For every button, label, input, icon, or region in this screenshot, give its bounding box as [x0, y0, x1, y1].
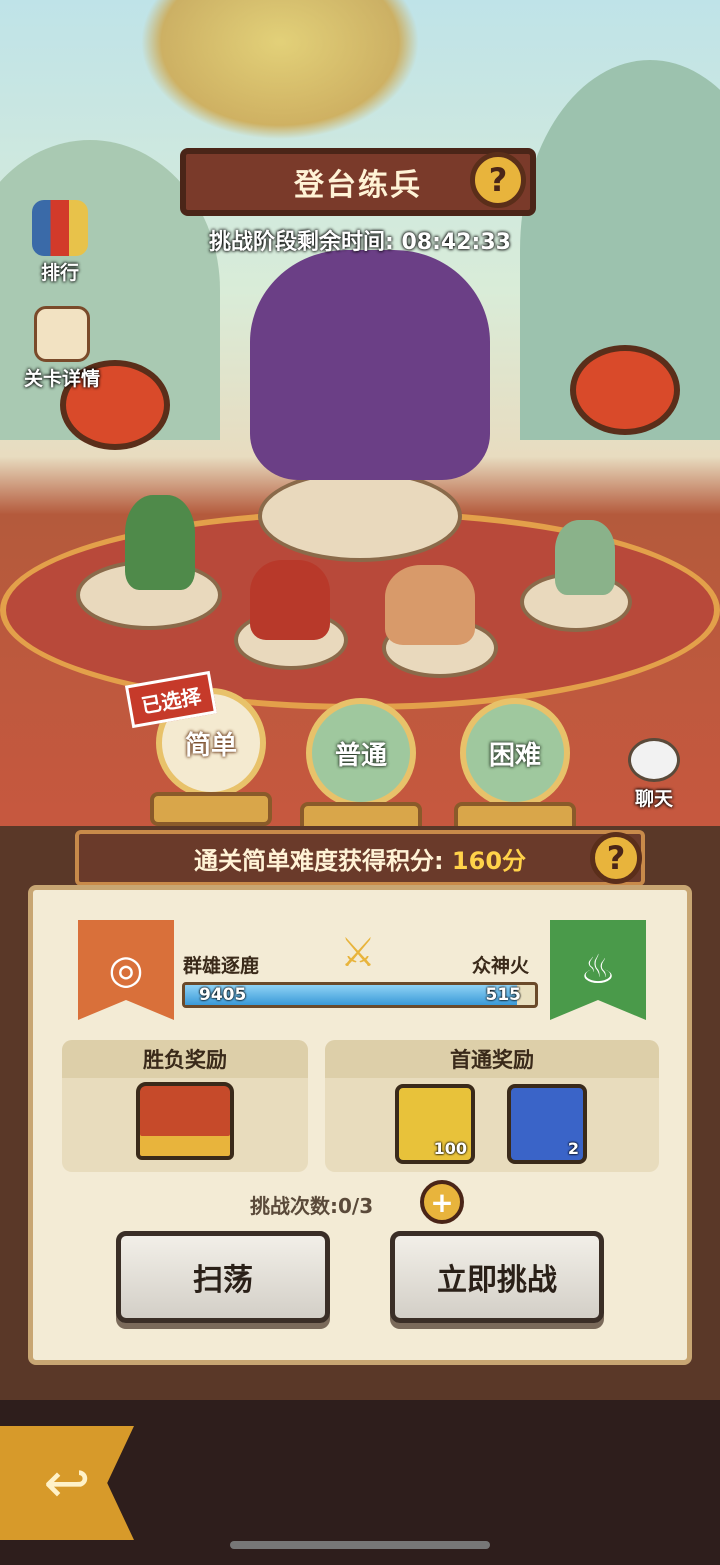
rank-button[interactable]: 排行 — [20, 200, 100, 285]
scroll-icon — [34, 306, 90, 362]
rank-icon — [32, 200, 88, 256]
first-reward-title: 首通奖励 — [325, 1040, 659, 1078]
dragon-coin-icon[interactable]: 100 — [395, 1084, 475, 1164]
stage-timer: 挑战阶段剩余时间: 08:42:33 — [209, 230, 511, 255]
team-left-score: 9405 — [199, 985, 247, 1005]
easy-base — [150, 792, 272, 826]
mystery-chest-icon[interactable]: 2 — [507, 1084, 587, 1164]
challenge-button[interactable]: 立即挑战 — [390, 1231, 604, 1323]
first-reward-box: 首通奖励 100 2 — [325, 1040, 659, 1172]
team-left-name: 群雄逐鹿 — [183, 955, 260, 977]
team-score-bar: 9405 515 — [182, 982, 538, 1008]
attempts-text: 挑战次数:0/3 — [250, 1194, 374, 1218]
difficulty-hard[interactable]: 困难 — [454, 698, 576, 836]
item-count: 100 — [433, 1139, 467, 1158]
sky-banner — [140, 0, 420, 140]
boss-figure — [250, 250, 490, 480]
hero-green — [555, 520, 615, 595]
hard-label: 困难 — [488, 740, 541, 771]
win-reward-title: 胜负奖励 — [62, 1040, 308, 1078]
item-count: 2 — [567, 1139, 579, 1158]
chat-button[interactable]: 聊天 — [614, 738, 694, 811]
score-header: 通关简单难度获得积分: 160分 — [75, 830, 645, 886]
hero-red — [250, 560, 330, 640]
easy-label: 简单 — [184, 730, 237, 761]
score-help-icon[interactable]: ? — [590, 832, 642, 884]
normal-label: 普通 — [334, 740, 387, 771]
help-icon[interactable]: ? — [470, 152, 526, 208]
team-right-name: 众神火 — [472, 955, 530, 977]
home-indicator[interactable] — [230, 1541, 490, 1549]
difficulty-normal[interactable]: 普通 — [300, 698, 422, 836]
drum-right — [570, 345, 680, 435]
chat-bubble-icon — [628, 738, 680, 782]
score-points: 160分 — [451, 846, 527, 875]
add-attempts-icon[interactable]: + — [420, 1180, 464, 1224]
team-right-score: 515 — [485, 985, 522, 1005]
stage-detail-label: 关卡详情 — [23, 368, 100, 390]
sweep-button[interactable]: 扫荡 — [116, 1231, 330, 1323]
treasure-chest-icon[interactable] — [136, 1082, 234, 1160]
chat-label: 聊天 — [634, 788, 673, 810]
win-reward-box: 胜负奖励 — [62, 1040, 308, 1172]
hero-elder — [125, 495, 195, 590]
score-text: 通关简单难度获得积分: — [193, 846, 444, 875]
crossed-swords-icon: ⚔ — [340, 930, 376, 976]
stage-detail-button[interactable]: 关卡详情 — [16, 306, 108, 391]
hero-hammer — [385, 565, 475, 645]
center-pedestal — [258, 470, 462, 562]
rank-label: 排行 — [40, 262, 79, 284]
